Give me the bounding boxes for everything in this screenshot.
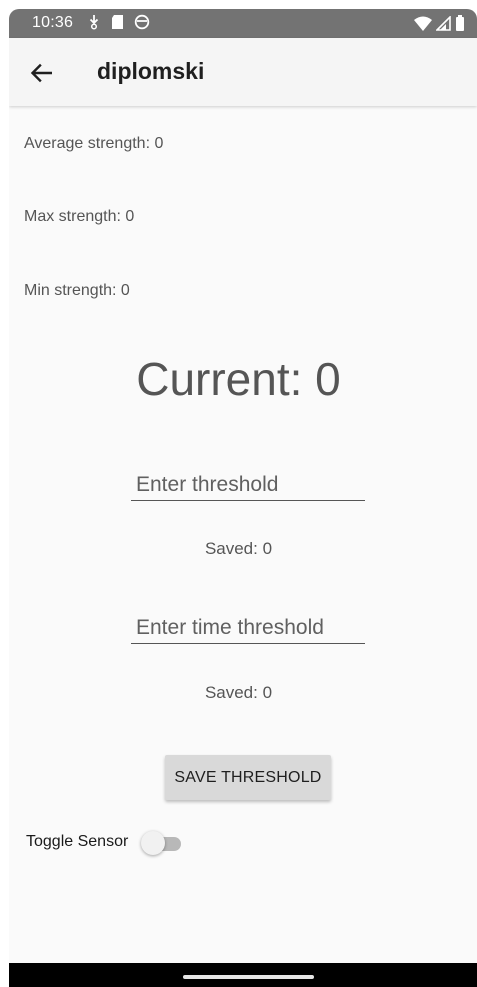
app-title: diplomski	[97, 58, 205, 84]
status-system-icons	[414, 14, 465, 36]
home-indicator[interactable]	[183, 975, 314, 979]
signal-icon	[435, 14, 451, 36]
switch-thumb	[141, 831, 165, 855]
navigation-bar	[9, 963, 477, 987]
arrow-left-icon	[27, 63, 57, 92]
threshold-saved-label: Saved: 0	[204, 539, 273, 558]
min-strength-label: Min strength: 0	[24, 282, 130, 299]
download-icon	[87, 14, 101, 35]
average-strength-label: Average strength: 0	[24, 135, 164, 152]
battery-icon	[455, 15, 465, 36]
status-notification-icons	[87, 14, 150, 35]
time-threshold-saved-label: Saved: 0	[204, 683, 273, 702]
threshold-input-placeholder: Enter threshold	[136, 473, 279, 496]
save-threshold-button[interactable]: SAVE THRESHOLD	[165, 755, 331, 800]
wifi-icon	[414, 16, 432, 36]
current-strength: Current: 0	[136, 353, 341, 405]
back-button[interactable]	[27, 58, 57, 88]
app-bar: diplomski	[9, 38, 477, 106]
max-strength-label: Max strength: 0	[24, 208, 135, 225]
time-threshold-input-placeholder: Enter time threshold	[136, 616, 324, 639]
sync-icon	[134, 14, 150, 35]
toggle-sensor-switch[interactable]	[141, 831, 183, 857]
threshold-input[interactable]: Enter threshold	[131, 464, 365, 501]
status-bar: 10:36	[9, 9, 477, 38]
time-threshold-input[interactable]: Enter time threshold	[131, 607, 365, 644]
toggle-sensor-label: Toggle Sensor	[26, 833, 129, 850]
status-time: 10:36	[32, 14, 74, 31]
sd-card-icon	[111, 14, 124, 35]
